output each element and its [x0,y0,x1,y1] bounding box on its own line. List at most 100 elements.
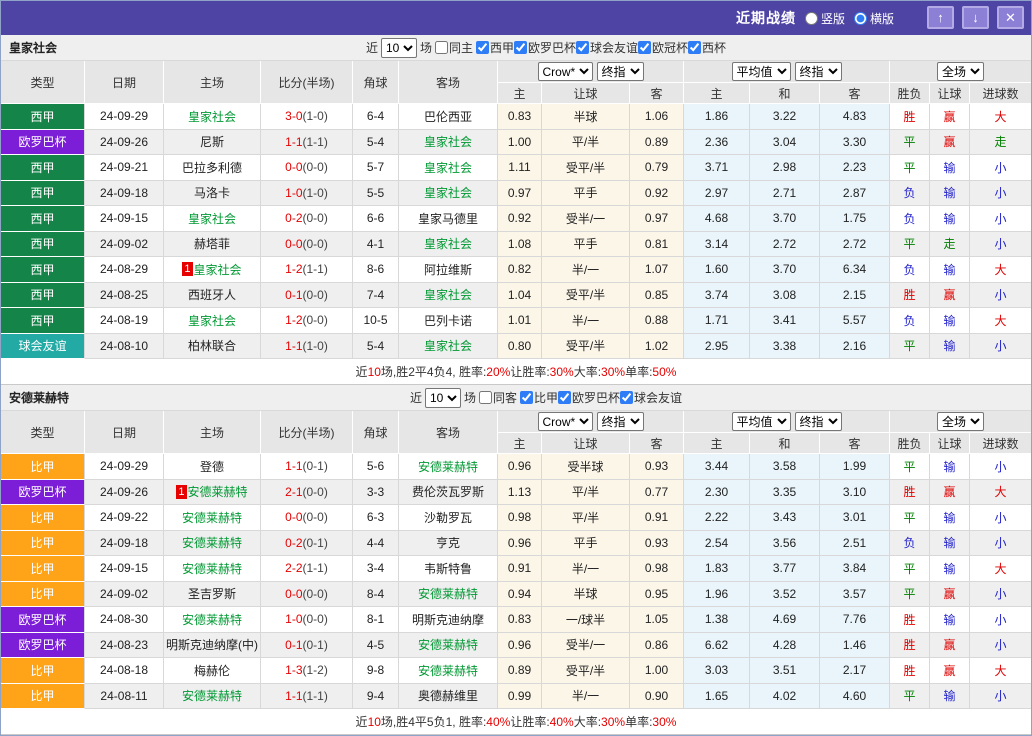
league-filter[interactable]: 欧罗巴杯 [514,39,576,56]
league-checkbox[interactable] [688,41,701,54]
layout-horizontal-radio[interactable]: 横版 [854,10,894,27]
result-handicap: 赢 [930,658,970,684]
fulltime-score: 1-2 [285,313,302,327]
halftime-score: (0-0) [303,510,328,524]
home-team-name: 巴拉多利德 [182,159,242,176]
halftime-score: (1-1) [303,262,328,276]
move-up-button[interactable]: ↑ [927,6,954,29]
match-date: 24-09-02 [85,582,164,608]
avg-source-select[interactable]: 平均值 [732,412,791,431]
league-label: 比甲 [534,389,558,406]
away-team-name: 皇家社会 [424,286,472,303]
same-venue-checkbox[interactable] [435,41,448,54]
layout-vertical-radio[interactable]: 竖版 [805,10,845,27]
avg-home-value: 1.83 [684,556,750,582]
league-filter[interactable]: 西甲 [476,39,514,56]
corner-score: 5-6 [353,454,399,480]
league-badge: 球会友谊 [1,334,85,360]
avg-away-value: 3.57 [820,582,890,608]
league-label: 西甲 [490,39,514,56]
summary-text: 40% [486,715,510,729]
match-count-select[interactable]: 10 [381,38,417,58]
games-label: 场 [420,39,432,56]
league-filter[interactable]: 西杯 [688,39,726,56]
league-checkbox[interactable] [576,41,589,54]
away-team-name: 沙勒罗瓦 [424,509,472,526]
away-team-name: 巴列卡诺 [424,312,472,329]
odds-home-value: 1.04 [498,283,542,309]
away-team-cell: 皇家社会 [399,181,498,207]
odds-home-value: 0.98 [498,505,542,531]
odds-company-select[interactable]: Crow* [538,412,593,431]
away-team-cell: 奥德赫维里 [399,684,498,710]
match-count-select[interactable]: 10 [425,388,461,408]
col-header-type: 类型 [1,411,85,454]
home-team-name: 梅赫伦 [194,662,230,679]
away-team-name: 奥德赫维里 [418,687,478,704]
league-filter[interactable]: 欧罗巴杯 [558,389,620,406]
result-handicap: 赢 [930,104,970,130]
match-row: 欧罗巴杯 24-09-26 1 安德莱赫特 2-1 (0-0) 3-3 费伦茨瓦… [1,480,1031,506]
home-team-cell: 安德莱赫特 [164,684,261,710]
avg-home-value: 1.60 [684,257,750,283]
league-filter[interactable]: 球会友谊 [576,39,638,56]
away-team-cell: 安德莱赫特 [399,454,498,480]
close-icon: ✕ [1005,11,1016,24]
away-team-cell: 巴伦西亚 [399,104,498,130]
odds-handicap-value: 半球 [542,582,630,608]
home-team-cell: 安德莱赫特 [164,607,261,633]
avg-draw-value: 3.52 [750,582,820,608]
away-team-name: 安德莱赫特 [418,585,478,602]
same-venue-checkbox[interactable] [479,391,492,404]
league-checkbox[interactable] [620,391,633,404]
scope-select[interactable]: 全场 [937,412,984,431]
match-date: 24-09-15 [85,556,164,582]
odds-handicap-value: 平/半 [542,480,630,506]
away-team-cell: 安德莱赫特 [399,582,498,608]
match-score: 0-2 (0-1) [261,531,353,557]
league-filter[interactable]: 欧冠杯 [638,39,688,56]
avg-draw-value: 3.08 [750,283,820,309]
league-badge: 比甲 [1,556,85,582]
table-body: 西甲 24-09-29 皇家社会 3-0 (1-0) 6-4 巴伦西亚 0.83… [1,104,1031,359]
odds-company-select[interactable]: Crow* [538,62,593,81]
odds-time-select[interactable]: 终指 [597,62,644,81]
odds-time-select[interactable]: 终指 [597,412,644,431]
home-team-cell: 1 皇家社会 [164,257,261,283]
near-label: 近 [410,389,422,406]
avg-group-header: 平均值 终指 [684,61,890,83]
league-filters: 西甲欧罗巴杯球会友谊欧冠杯西杯 [476,39,726,56]
summary-text: 近 [356,363,368,380]
home-team-cell: 马洛卡 [164,181,261,207]
halftime-score: (0-1) [303,536,328,550]
move-down-button[interactable]: ↓ [962,6,989,29]
match-score: 1-1 (1-1) [261,684,353,710]
col-header-home: 主场 [164,411,261,454]
home-team-cell: 柏林联合 [164,334,261,360]
avg-time-select[interactable]: 终指 [795,62,842,81]
avg-time-select[interactable]: 终指 [795,412,842,431]
away-team-cell: 费伦茨瓦罗斯 [399,480,498,506]
corner-score: 6-4 [353,104,399,130]
league-filter[interactable]: 球会友谊 [620,389,682,406]
corner-score: 7-4 [353,283,399,309]
league-filter[interactable]: 比甲 [520,389,558,406]
horizontal-radio-input[interactable] [854,12,867,25]
league-checkbox[interactable] [638,41,651,54]
result-goals: 小 [970,206,1032,232]
league-checkbox[interactable] [520,391,533,404]
league-checkbox[interactable] [558,391,571,404]
league-badge: 欧罗巴杯 [1,130,85,156]
same-venue-filter[interactable]: 同客 [479,389,517,406]
away-team-cell: 安德莱赫特 [399,658,498,684]
avg-source-select[interactable]: 平均值 [732,62,791,81]
league-checkbox[interactable] [476,41,489,54]
result-wdl: 胜 [890,104,930,130]
close-button[interactable]: ✕ [997,6,1024,29]
same-venue-filter[interactable]: 同主 [435,39,473,56]
away-team-name: 皇家马德里 [418,210,478,227]
league-checkbox[interactable] [514,41,527,54]
odds-handicap-value: 受平/半 [542,658,630,684]
scope-select[interactable]: 全场 [937,62,984,81]
vertical-radio-input[interactable] [805,12,818,25]
